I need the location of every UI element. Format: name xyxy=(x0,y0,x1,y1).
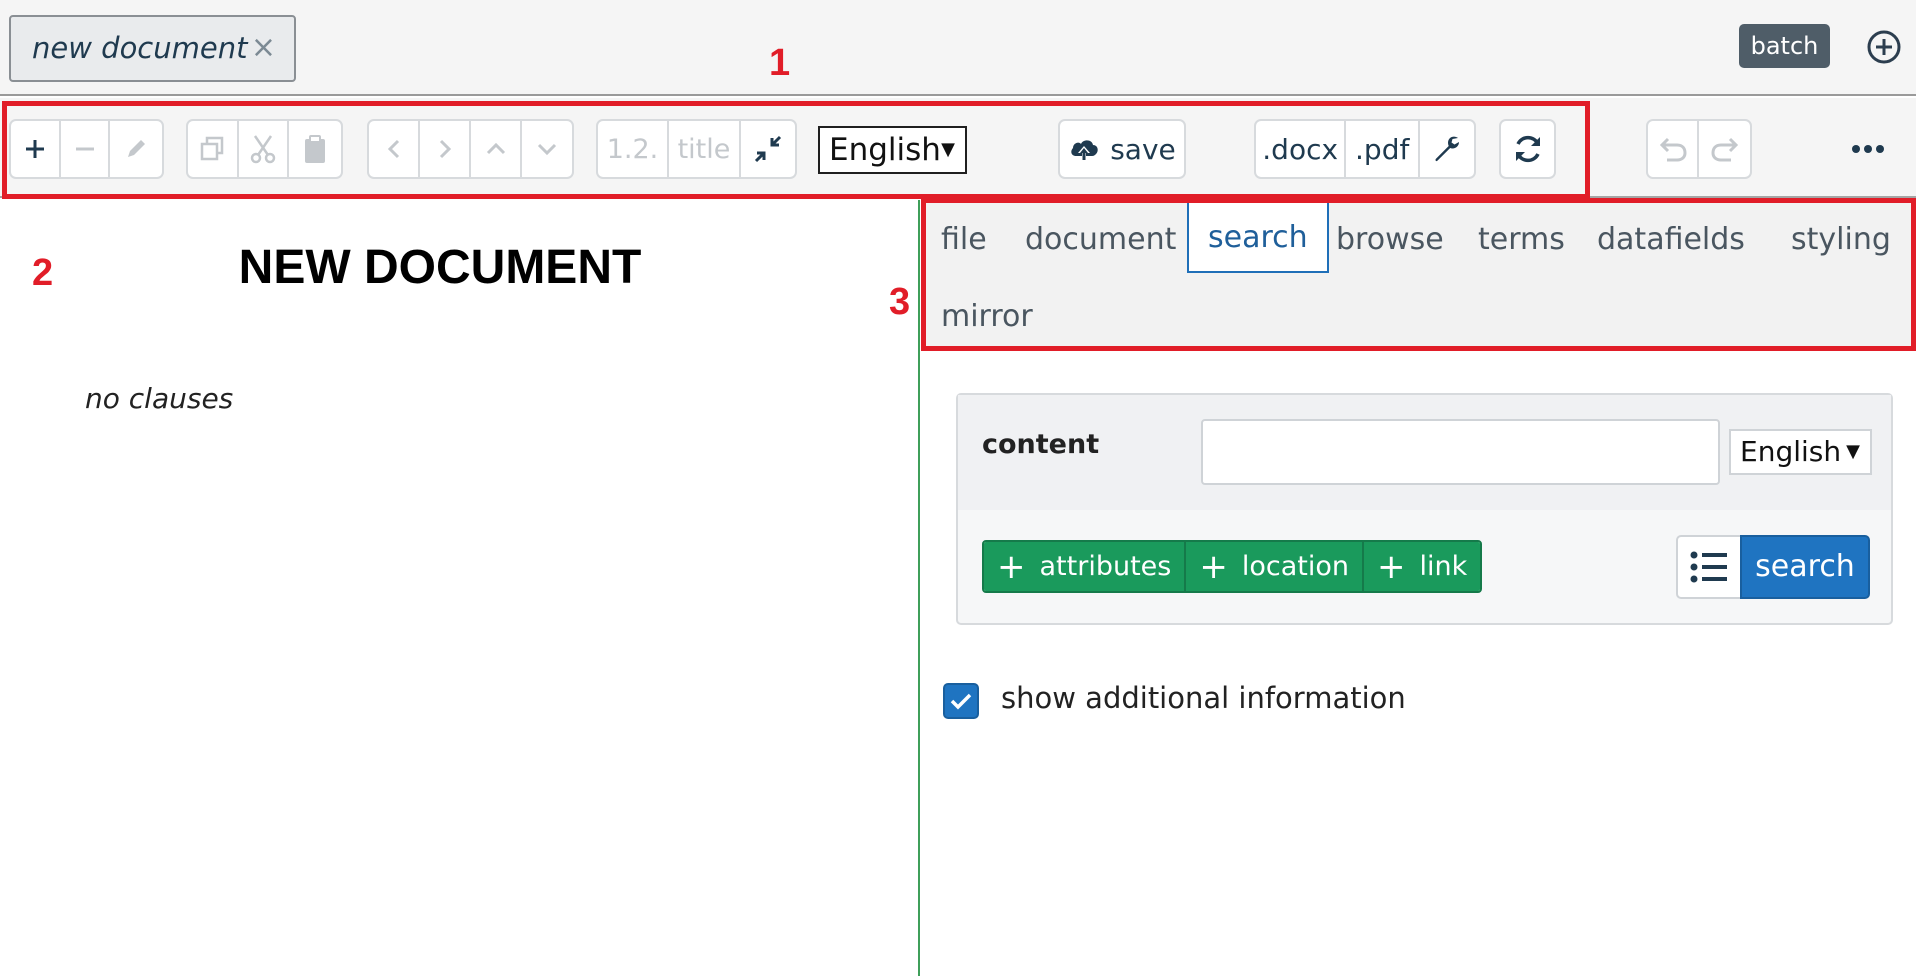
tab-mirror[interactable]: mirror xyxy=(922,289,1052,355)
minus-icon[interactable] xyxy=(61,121,111,177)
document-title: NEW DOCUMENT xyxy=(238,241,642,294)
cloud-upload-icon xyxy=(1071,140,1098,161)
annotation-number-3: 3 xyxy=(889,281,911,323)
paste-icon[interactable] xyxy=(289,121,341,177)
add-filter-group: + attributes + location + link xyxy=(982,540,1483,593)
tab-search[interactable]: search xyxy=(1187,200,1329,273)
content-label: content xyxy=(982,429,1100,460)
docx-button[interactable]: .docx xyxy=(1256,121,1347,177)
content-input[interactable] xyxy=(1201,419,1720,485)
collapse-icon[interactable] xyxy=(741,121,795,177)
redo-icon[interactable] xyxy=(1699,121,1750,177)
add-location-label: location xyxy=(1241,551,1349,582)
tab-terms[interactable]: terms xyxy=(1459,212,1584,278)
refresh-group xyxy=(1499,119,1556,179)
clipboard-group xyxy=(186,119,343,179)
search-form: content English ▼ + attributes + locatio… xyxy=(956,393,1893,625)
annotation-number-1: 1 xyxy=(769,42,791,84)
add-link-button[interactable]: + link xyxy=(1363,542,1481,591)
pdf-button[interactable]: .pdf xyxy=(1346,121,1420,177)
save-label: save xyxy=(1110,132,1176,166)
annotation-number-2: 2 xyxy=(32,252,54,294)
navigation-group xyxy=(367,119,574,179)
export-group: .docx .pdf xyxy=(1254,119,1476,179)
pencil-icon[interactable] xyxy=(110,121,162,177)
language-select[interactable]: English ▼ xyxy=(818,126,967,174)
numbering-button[interactable]: 1.2. xyxy=(598,121,669,177)
history-group xyxy=(1646,119,1752,179)
more-icon[interactable] xyxy=(1846,134,1890,164)
add-circle-icon[interactable] xyxy=(1866,29,1902,65)
document-pane: NEW DOCUMENT no clauses xyxy=(0,200,920,976)
search-language-value: English xyxy=(1740,435,1842,468)
save-button[interactable]: save xyxy=(1058,119,1186,179)
refresh-icon[interactable] xyxy=(1501,121,1554,177)
close-icon[interactable]: × xyxy=(251,30,276,65)
copy-icon[interactable] xyxy=(188,121,239,177)
chevron-left-icon[interactable] xyxy=(369,121,420,177)
edit-group xyxy=(9,119,164,179)
title-button[interactable]: title xyxy=(669,121,741,177)
add-attributes-button[interactable]: + attributes xyxy=(984,542,1187,591)
caret-down-icon: ▼ xyxy=(941,139,955,160)
plus-icon: + xyxy=(1199,546,1228,587)
batch-button[interactable]: batch xyxy=(1739,24,1830,68)
add-location-button[interactable]: + location xyxy=(1186,542,1364,591)
search-button[interactable]: search xyxy=(1740,535,1870,599)
tab-bar: file document search browse terms datafi… xyxy=(922,200,1916,350)
empty-clauses-text: no clauses xyxy=(85,382,234,415)
check-icon xyxy=(950,693,972,710)
undo-icon[interactable] xyxy=(1648,121,1699,177)
document-tab[interactable]: new document × xyxy=(9,15,296,82)
toolbar: 1.2. title English ▼ save .docx .pdf xyxy=(0,98,1916,198)
side-panel: file document search browse terms datafi… xyxy=(922,200,1916,976)
language-value: English xyxy=(829,132,941,168)
document-tab-label: new document xyxy=(32,31,248,65)
show-additional-info-label: show additional information xyxy=(1001,681,1406,715)
chevron-right-icon[interactable] xyxy=(420,121,471,177)
chevron-down-icon[interactable] xyxy=(522,121,572,177)
tab-datafields[interactable]: datafields xyxy=(1578,212,1764,278)
tab-browse[interactable]: browse xyxy=(1317,212,1463,278)
chevron-up-icon[interactable] xyxy=(471,121,522,177)
plus-icon: + xyxy=(1376,546,1406,587)
cut-icon[interactable] xyxy=(239,121,290,177)
show-additional-info-checkbox[interactable] xyxy=(943,683,979,719)
wrench-icon[interactable] xyxy=(1420,121,1474,177)
plus-icon[interactable] xyxy=(11,121,61,177)
heading-group: 1.2. title xyxy=(596,119,797,179)
search-language-select[interactable]: English ▼ xyxy=(1729,429,1872,475)
add-link-label: link xyxy=(1419,551,1468,582)
list-icon[interactable] xyxy=(1676,535,1742,599)
tab-document[interactable]: document xyxy=(1006,212,1195,278)
plus-icon: + xyxy=(997,546,1026,587)
add-attributes-label: attributes xyxy=(1039,551,1172,582)
top-bar: new document × batch xyxy=(0,0,1916,96)
caret-down-icon: ▼ xyxy=(1846,441,1860,462)
tab-file[interactable]: file xyxy=(922,212,1006,278)
tab-styling[interactable]: styling xyxy=(1772,212,1910,278)
